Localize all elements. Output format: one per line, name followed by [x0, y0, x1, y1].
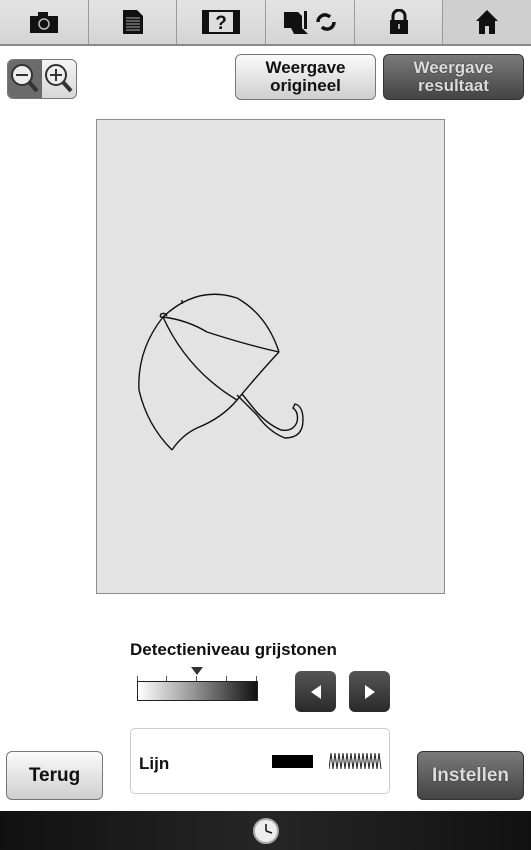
- zoom-in-button[interactable]: [42, 60, 76, 98]
- level-marker: [190, 667, 203, 675]
- status-bar: [0, 811, 531, 850]
- tab-home[interactable]: [443, 0, 531, 44]
- svg-text:?: ?: [215, 13, 227, 34]
- lock-icon: [389, 9, 408, 34]
- zoom-in-icon: [45, 64, 73, 93]
- zoom-control: [7, 59, 77, 99]
- help-video-icon: ?: [202, 10, 241, 34]
- top-toolbar: ?: [0, 0, 531, 46]
- zigzag-stitch-icon[interactable]: [329, 751, 383, 771]
- document-icon: [122, 10, 143, 34]
- decrease-level-button[interactable]: [295, 671, 336, 712]
- set-button[interactable]: Instellen: [417, 751, 524, 800]
- view-result-button[interactable]: Weergave resultaat: [383, 54, 524, 100]
- line-label: Lijn: [139, 754, 170, 773]
- arrow-right-icon: [364, 684, 375, 699]
- tab-document[interactable]: [88, 0, 178, 44]
- zoom-out-button[interactable]: [8, 60, 42, 98]
- camera-icon: [29, 12, 58, 33]
- increase-level-button[interactable]: [349, 671, 390, 712]
- line-color-swatch[interactable]: [272, 755, 313, 768]
- home-icon: [476, 10, 499, 34]
- tab-camera[interactable]: [0, 0, 89, 44]
- arrow-left-icon: [310, 684, 321, 699]
- detection-level-title: Detectieniveau grijstonen: [130, 640, 337, 659]
- grayscale-gradient-bar: [137, 681, 258, 701]
- clock-icon[interactable]: [252, 817, 280, 845]
- tab-machine-reset[interactable]: [266, 0, 355, 44]
- line-settings-panel: Lijn: [130, 728, 390, 794]
- sewing-machine-reset-icon: [283, 11, 336, 34]
- preview-canvas: [96, 119, 445, 594]
- back-button[interactable]: Terug: [6, 751, 103, 800]
- umbrella-line-image: [138, 293, 304, 451]
- zoom-out-icon: [11, 64, 39, 93]
- tab-lock[interactable]: [354, 0, 444, 44]
- tab-help-video[interactable]: ?: [177, 0, 267, 44]
- view-original-button[interactable]: Weergave origineel: [235, 54, 376, 100]
